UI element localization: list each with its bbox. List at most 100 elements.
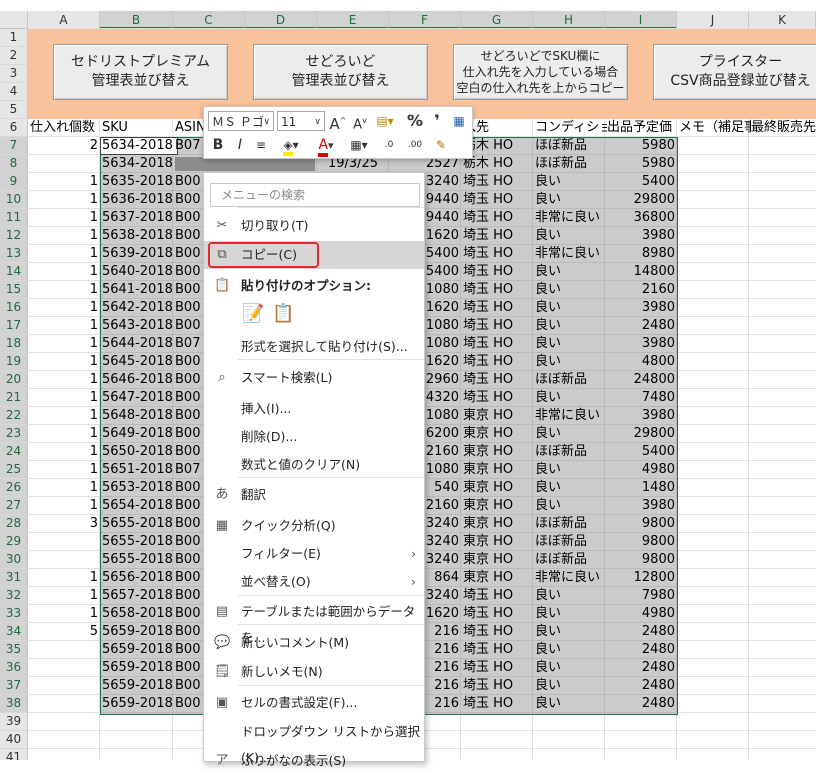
grow-font-button[interactable]: A^ bbox=[328, 111, 348, 133]
qty-cell[interactable]: 1 bbox=[28, 335, 100, 353]
condition-cell[interactable]: ほぼ新品 bbox=[535, 515, 605, 533]
row-header-5[interactable]: 5 bbox=[0, 101, 28, 119]
menu-item-paste-special[interactable]: 形式を選択して貼り付け(S)... bbox=[204, 334, 424, 360]
row-header-34[interactable]: 34 bbox=[0, 623, 28, 641]
sku-cell[interactable]: 5636-2018 bbox=[102, 191, 173, 209]
sku-cell[interactable]: 5634-2018 bbox=[102, 137, 173, 155]
row-header-40[interactable]: 40 bbox=[0, 731, 28, 749]
qty-cell[interactable]: 1 bbox=[28, 353, 100, 371]
menu-item-delete[interactable]: 削除(D)... bbox=[204, 424, 424, 450]
supplier-cell[interactable]: 埼玉 HO bbox=[463, 191, 533, 209]
condition-cell[interactable]: 非常に良い bbox=[535, 569, 605, 587]
qty-cell[interactable]: 1 bbox=[28, 173, 100, 191]
condition-cell[interactable]: 良い bbox=[535, 695, 605, 713]
condition-cell[interactable]: 非常に良い bbox=[535, 209, 605, 227]
sku-cell[interactable]: 5638-2018 bbox=[102, 227, 173, 245]
qty-cell[interactable]: 1 bbox=[28, 209, 100, 227]
column-header-g[interactable]: G bbox=[461, 11, 533, 29]
row-header-31[interactable]: 31 bbox=[0, 569, 28, 587]
sku-cell[interactable]: 5645-2018 bbox=[102, 353, 173, 371]
row-header-41[interactable]: 41 bbox=[0, 749, 28, 760]
menu-item-get-data-from-table[interactable]: ▤ テーブルまたは範囲からデータを... bbox=[204, 599, 424, 645]
price-cell[interactable]: 14800 bbox=[605, 263, 677, 281]
condition-cell[interactable]: 非常に良い bbox=[535, 407, 605, 425]
supplier-cell[interactable]: 埼玉 HO bbox=[463, 371, 533, 389]
supplier-cell[interactable]: 東京 HO bbox=[463, 443, 533, 461]
condition-cell[interactable]: 良い bbox=[535, 173, 605, 191]
sku-cell[interactable]: 5643-2018 bbox=[102, 317, 173, 335]
qty-cell[interactable]: 1 bbox=[28, 281, 100, 299]
row-header-14[interactable]: 14 bbox=[0, 263, 28, 281]
supplier-cell[interactable]: 埼玉 HO bbox=[463, 173, 533, 191]
price-cell[interactable]: 2160 bbox=[605, 281, 677, 299]
column-header-k[interactable]: K bbox=[749, 11, 816, 29]
align-center-button[interactable]: ≡ bbox=[252, 135, 270, 155]
column-header-c[interactable]: C bbox=[173, 11, 245, 29]
header-cell-b[interactable]: SKU bbox=[102, 119, 175, 137]
supplier-cell[interactable]: 栃木 HO bbox=[463, 155, 533, 173]
condition-cell[interactable]: 良い bbox=[535, 389, 605, 407]
sku-cell[interactable]: 5659-2018 bbox=[102, 677, 173, 695]
qty-cell[interactable]: 1 bbox=[28, 371, 100, 389]
condition-cell[interactable]: 良い bbox=[535, 605, 605, 623]
shrink-font-button[interactable]: Av bbox=[350, 111, 370, 132]
supplier-cell[interactable]: 埼玉 HO bbox=[463, 227, 533, 245]
supplier-cell[interactable]: 東京 HO bbox=[463, 461, 533, 479]
row-header-26[interactable]: 26 bbox=[0, 479, 28, 497]
price-cell[interactable]: 2480 bbox=[605, 317, 677, 335]
condition-cell[interactable]: 良い bbox=[535, 677, 605, 695]
supplier-cell[interactable]: 東京 HO bbox=[463, 479, 533, 497]
condition-cell[interactable]: 良い bbox=[535, 479, 605, 497]
sku-cell[interactable]: 5657-2018 bbox=[102, 587, 173, 605]
qty-cell[interactable]: 1 bbox=[28, 191, 100, 209]
select-all-corner[interactable] bbox=[0, 11, 28, 29]
price-cell[interactable]: 3980 bbox=[605, 227, 677, 245]
row-header-23[interactable]: 23 bbox=[0, 425, 28, 443]
sku-cell[interactable]: 5655-2018 bbox=[102, 533, 173, 551]
price-cell[interactable]: 12800 bbox=[605, 569, 677, 587]
row-header-28[interactable]: 28 bbox=[0, 515, 28, 533]
format-painter-button[interactable]: ✎ bbox=[432, 135, 450, 155]
qty-cell[interactable]: 1 bbox=[28, 569, 100, 587]
column-header-j[interactable]: J bbox=[677, 11, 749, 29]
row-header-11[interactable]: 11 bbox=[0, 209, 28, 227]
supplier-cell[interactable]: 東京 HO bbox=[463, 533, 533, 551]
supplier-cell[interactable]: 埼玉 HO bbox=[463, 263, 533, 281]
font-name-box[interactable]: ＭＳ Ｐゴ ∨ bbox=[208, 111, 274, 131]
sku-cell[interactable]: 5655-2018 bbox=[102, 551, 173, 569]
borders-button[interactable]: ▦▾ bbox=[346, 135, 372, 155]
sku-cell[interactable]: 5634-2018 bbox=[102, 155, 173, 173]
row-header-18[interactable]: 18 bbox=[0, 335, 28, 353]
sku-cell[interactable]: 5642-2018 bbox=[102, 299, 173, 317]
menu-item-show-phonetic[interactable]: アふりがなの表示(S) bbox=[204, 748, 424, 774]
price-cell[interactable]: 9800 bbox=[605, 533, 677, 551]
paste-values-icon[interactable]: 📋 bbox=[272, 303, 294, 324]
price-cell[interactable]: 29800 bbox=[605, 191, 677, 209]
condition-cell[interactable]: 良い bbox=[535, 641, 605, 659]
row-header-24[interactable]: 24 bbox=[0, 443, 28, 461]
condition-cell[interactable]: 良い bbox=[535, 587, 605, 605]
sku-cell[interactable]: 5659-2018 bbox=[102, 695, 173, 713]
sedoroid-copy-supplier-button[interactable]: せどろいどでSKU欄に 仕入れ先を入力している場合 空白の仕入れ先を上からコピー bbox=[453, 44, 628, 100]
header-cell-i[interactable]: 出品予定価 bbox=[607, 119, 679, 137]
condition-cell[interactable]: 良い bbox=[535, 623, 605, 641]
qty-cell[interactable]: 1 bbox=[28, 263, 100, 281]
menu-item-sort[interactable]: 並べ替え(O) › bbox=[204, 569, 424, 595]
sku-cell[interactable]: 5644-2018 bbox=[102, 335, 173, 353]
menu-item-format-cells[interactable]: ▣ セルの書式設定(F)... bbox=[204, 690, 424, 716]
condition-cell[interactable]: 良い bbox=[535, 263, 605, 281]
paste-formatting-icon[interactable]: 📝 bbox=[242, 303, 264, 324]
condition-cell[interactable]: 良い bbox=[535, 353, 605, 371]
price-cell[interactable]: 3980 bbox=[605, 407, 677, 425]
price-cell[interactable]: 7980 bbox=[605, 587, 677, 605]
currency-format-button[interactable]: ▤▾ bbox=[372, 111, 398, 131]
supplier-cell[interactable]: 埼玉 HO bbox=[463, 605, 533, 623]
menu-item-translate[interactable]: あ翻訳 bbox=[204, 482, 424, 508]
font-color-button[interactable]: A▾ bbox=[312, 135, 340, 157]
supplier-cell[interactable]: 埼玉 HO bbox=[463, 623, 533, 641]
supplier-cell[interactable]: 栃木 HO bbox=[463, 137, 533, 155]
price-cell[interactable]: 2480 bbox=[605, 677, 677, 695]
sku-cell[interactable]: 5658-2018 bbox=[102, 605, 173, 623]
sku-cell[interactable]: 5648-2018 bbox=[102, 407, 173, 425]
condition-cell[interactable]: 良い bbox=[535, 317, 605, 335]
